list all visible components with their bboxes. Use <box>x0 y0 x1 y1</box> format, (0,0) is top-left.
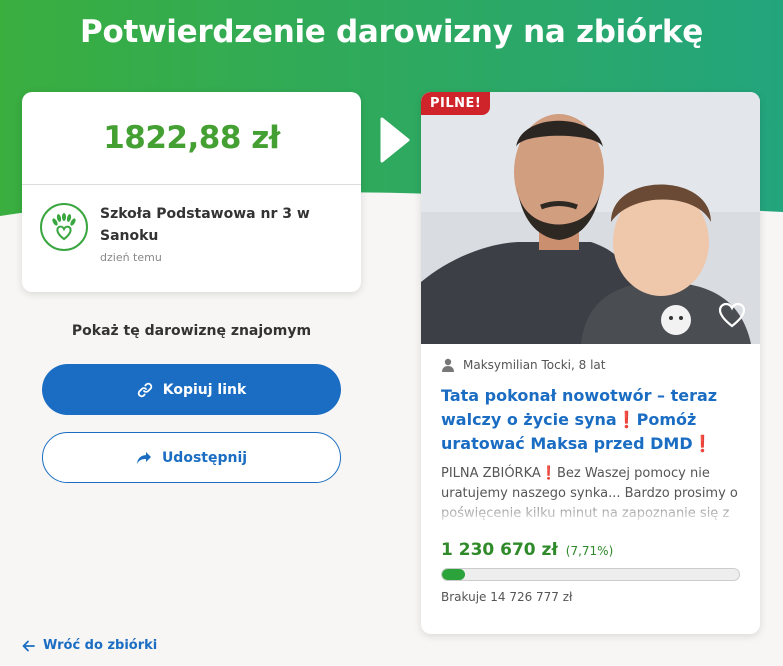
raised-info: 1 230 670 zł (7,71%) <box>441 540 740 560</box>
link-icon <box>137 382 152 397</box>
person-icon <box>442 358 454 372</box>
author-name: Maksymilian Tocki, 8 lat <box>463 358 606 372</box>
heart-outline-icon[interactable] <box>718 302 746 328</box>
campaign-author: Maksymilian Tocki, 8 lat <box>441 358 740 372</box>
donor-name: Szkoła Podstawowa nr 3 w Sanoku <box>100 206 310 244</box>
heart-hands-logo <box>40 203 88 251</box>
back-to-campaign-link[interactable]: Wróć do zbiórki <box>22 638 157 653</box>
share-prompt: Pokaż tę darowiznę znajomym <box>71 323 312 339</box>
missing-amount: Brakuje 14 726 777 zł <box>441 590 573 604</box>
share-label: Udostępnij <box>161 449 248 466</box>
share-arrow-icon <box>136 451 151 464</box>
arrow-right-icon <box>380 117 410 163</box>
urgent-badge: PILNE! <box>421 92 491 115</box>
campaign-photo: PILNE! <box>421 92 760 344</box>
raised-amount: 1 230 670 zł <box>441 540 558 560</box>
page-title: Potwierdzenie darowizny na zbiórkę <box>80 14 703 50</box>
back-arrow-icon <box>22 640 35 651</box>
copy-link-label: Kopiuj link <box>162 381 247 398</box>
campaign-description: PILNA ZBIÓRKA❗Bez Waszej pomocy nie urat… <box>441 464 740 526</box>
copy-link-button[interactable]: Kopiuj link <box>42 364 341 415</box>
donation-time: dzień temu <box>100 251 162 264</box>
share-button[interactable]: Udostępnij <box>42 432 341 483</box>
raised-percent: (7,71%) <box>565 544 614 558</box>
back-link-label: Wróć do zbiórki <box>43 638 158 653</box>
donation-amount: 1822,88 zł <box>22 92 361 185</box>
progress-bar <box>441 568 740 581</box>
campaign-card[interactable]: PILNE! Maksymilian Tocki, 8 lat Tata pok… <box>421 92 760 634</box>
donation-card: 1822,88 zł Szkoła Podstawowa nr 3 w Sano… <box>22 92 361 292</box>
donor-info: Szkoła Podstawowa nr 3 w Sanoku dzień te… <box>22 185 361 264</box>
progress-fill <box>442 569 465 580</box>
campaign-title[interactable]: Tata pokonał nowotwór – teraz walczy o ż… <box>441 384 740 456</box>
